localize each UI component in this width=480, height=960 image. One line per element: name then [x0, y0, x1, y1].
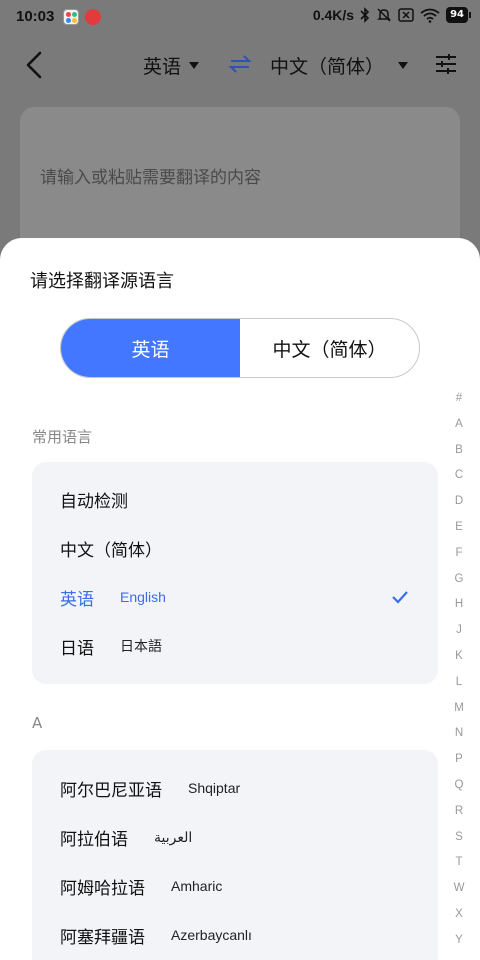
language-name: 自动检测 [60, 491, 128, 512]
swap-languages-icon[interactable] [228, 54, 252, 74]
source-target-toggle: 英语 中文（简体） [60, 318, 420, 378]
language-name: 英语 [60, 589, 94, 610]
network-speed: 0.4K/s [312, 7, 355, 23]
status-bar: 10:03 0.4K/s 94 [0, 0, 480, 34]
language-name: 中文（简体） [60, 540, 162, 561]
index-letter[interactable]: N [452, 727, 466, 753]
checkmark-icon [392, 591, 408, 604]
wifi-icon [420, 8, 440, 23]
index-letter[interactable]: # [452, 392, 466, 418]
list-item[interactable]: 阿拉伯语 العربية [60, 822, 410, 852]
section-header-common: 常用语言 [32, 428, 93, 446]
list-item-selected[interactable]: 英语 English [60, 582, 410, 612]
list-item[interactable]: 阿尔巴尼亚语 Shqiptar [60, 773, 410, 803]
source-language-label: 英语 [143, 56, 182, 78]
music-notification-icon [85, 9, 101, 25]
mute-bell-icon [377, 8, 391, 22]
language-name: 阿拉伯语 [60, 829, 128, 850]
segment-source-language[interactable]: 英语 [61, 319, 240, 377]
language-native-name: English [120, 589, 166, 605]
index-letter[interactable]: F [452, 547, 466, 573]
alphabet-index-bar[interactable]: #ABCDEFGHJKLMNPQRSTWXYZ [452, 392, 466, 960]
target-language-label: 中文（简体） [270, 56, 385, 78]
caret-down-icon [189, 62, 200, 69]
common-language-list: 自动检测 中文（简体） 英语 English 日语 日本語 [32, 462, 438, 684]
language-native-name: 日本語 [120, 638, 162, 654]
index-letter[interactable]: C [452, 469, 466, 495]
index-letter[interactable]: Q [452, 779, 466, 805]
index-letter[interactable]: J [452, 624, 466, 650]
language-name: 日语 [60, 638, 94, 659]
index-letter[interactable]: T [452, 856, 466, 882]
language-name: 阿塞拜疆语 [60, 927, 145, 948]
index-letter[interactable]: Y [452, 934, 466, 960]
language-name: 阿姆哈拉语 [60, 878, 145, 899]
caret-down-icon [398, 62, 409, 69]
index-letter[interactable]: M [452, 702, 466, 728]
translate-top-bar: 英语 中文（简体） [0, 34, 480, 94]
back-arrow-icon[interactable] [22, 50, 46, 80]
language-native-name: Azerbaycanlı [171, 927, 252, 943]
a-language-list: 阿尔巴尼亚语 Shqiptar 阿拉伯语 العربية 阿姆哈拉语 Amhar… [32, 750, 438, 960]
index-letter[interactable]: R [452, 805, 466, 831]
app-notification-icon [63, 9, 79, 25]
index-letter[interactable]: P [452, 753, 466, 779]
index-letter[interactable]: K [452, 650, 466, 676]
index-letter[interactable]: S [452, 831, 466, 857]
sheet-title: 请选择翻译源语言 [30, 271, 174, 292]
index-letter[interactable]: D [452, 495, 466, 521]
source-language-selector[interactable]: 英语 [143, 52, 200, 79]
list-item[interactable]: 阿塞拜疆语 Azerbaycanlı [60, 920, 410, 950]
list-item[interactable]: 中文（简体） [60, 533, 410, 563]
index-letter[interactable]: H [452, 598, 466, 624]
segment-target-language[interactable]: 中文（简体） [240, 319, 419, 377]
input-placeholder: 请输入或粘贴需要翻译的内容 [40, 168, 261, 188]
target-language-selector[interactable]: 中文（简体） [270, 52, 409, 79]
status-time: 10:03 [16, 8, 55, 25]
index-letter[interactable]: W [452, 882, 466, 908]
list-item[interactable]: 自动检测 [60, 484, 410, 514]
index-letter[interactable]: A [452, 418, 466, 444]
language-native-name: العربية [154, 828, 193, 845]
bluetooth-icon [360, 7, 370, 23]
no-sim-icon [398, 8, 414, 22]
language-native-name: Amharic [171, 878, 223, 894]
index-letter[interactable]: X [452, 908, 466, 934]
language-name: 阿尔巴尼亚语 [60, 780, 162, 801]
list-item[interactable]: 阿姆哈拉语 Amharic [60, 871, 410, 901]
settings-sliders-icon[interactable] [434, 52, 458, 76]
list-item[interactable]: 日语 日本語 [60, 631, 410, 661]
index-letter[interactable]: G [452, 573, 466, 599]
language-native-name: Shqiptar [188, 780, 241, 796]
index-letter[interactable]: L [452, 676, 466, 702]
language-picker-sheet: 请选择翻译源语言 英语 中文（简体） 常用语言 自动检测 中文（简体） 英语 E… [0, 238, 480, 960]
section-header-a: A [32, 714, 43, 732]
index-letter[interactable]: E [452, 521, 466, 547]
battery-icon: 94 [446, 7, 471, 23]
index-letter[interactable]: B [452, 444, 466, 470]
